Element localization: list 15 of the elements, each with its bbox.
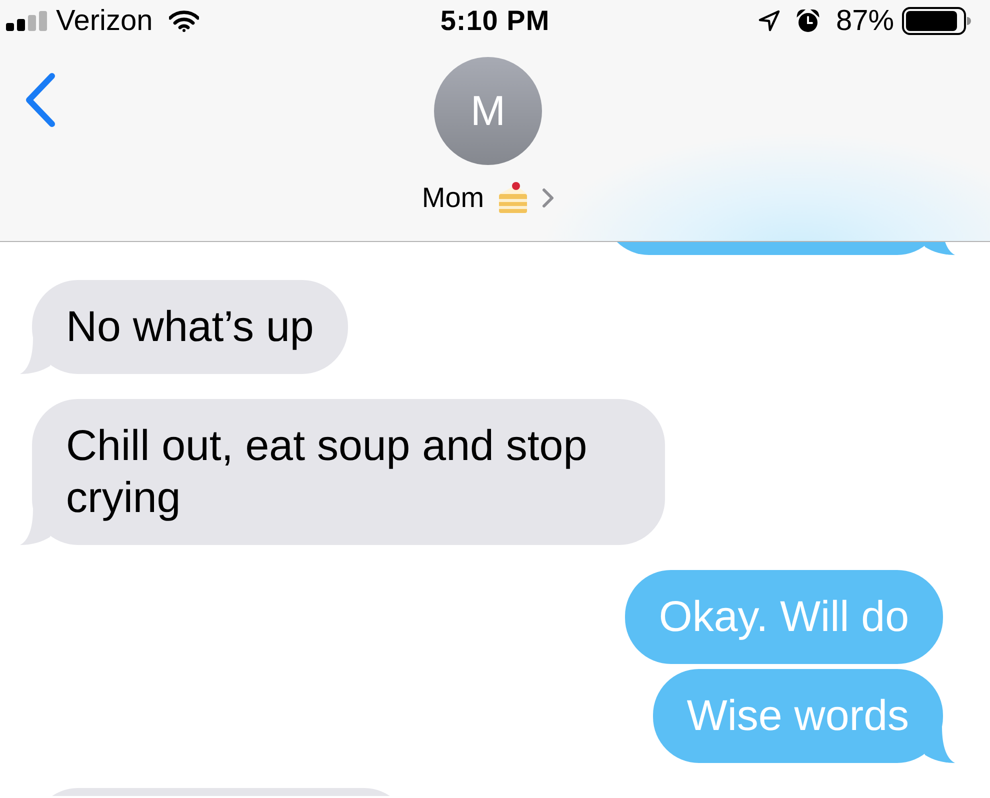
signal-icon (6, 11, 48, 31)
back-icon[interactable] (24, 72, 56, 128)
sent-bubble: Okay. Will do (624, 570, 943, 664)
received-bubble: Chill out, eat soup and stop crying (20, 399, 665, 545)
chevron-right-icon (542, 188, 554, 208)
battery-icon (902, 7, 972, 35)
alarm-icon (796, 9, 820, 33)
sent-bubble: Wise words (652, 669, 955, 763)
battery-percent: 87% (836, 6, 894, 36)
location-icon (758, 10, 780, 32)
contact-name-button[interactable]: Mom (422, 181, 554, 215)
carrier-name: Verizon (56, 6, 153, 36)
status-time: 5:10 PM (440, 7, 550, 35)
received-bubble: No what’s up (20, 280, 348, 374)
wifi-icon (168, 10, 199, 32)
